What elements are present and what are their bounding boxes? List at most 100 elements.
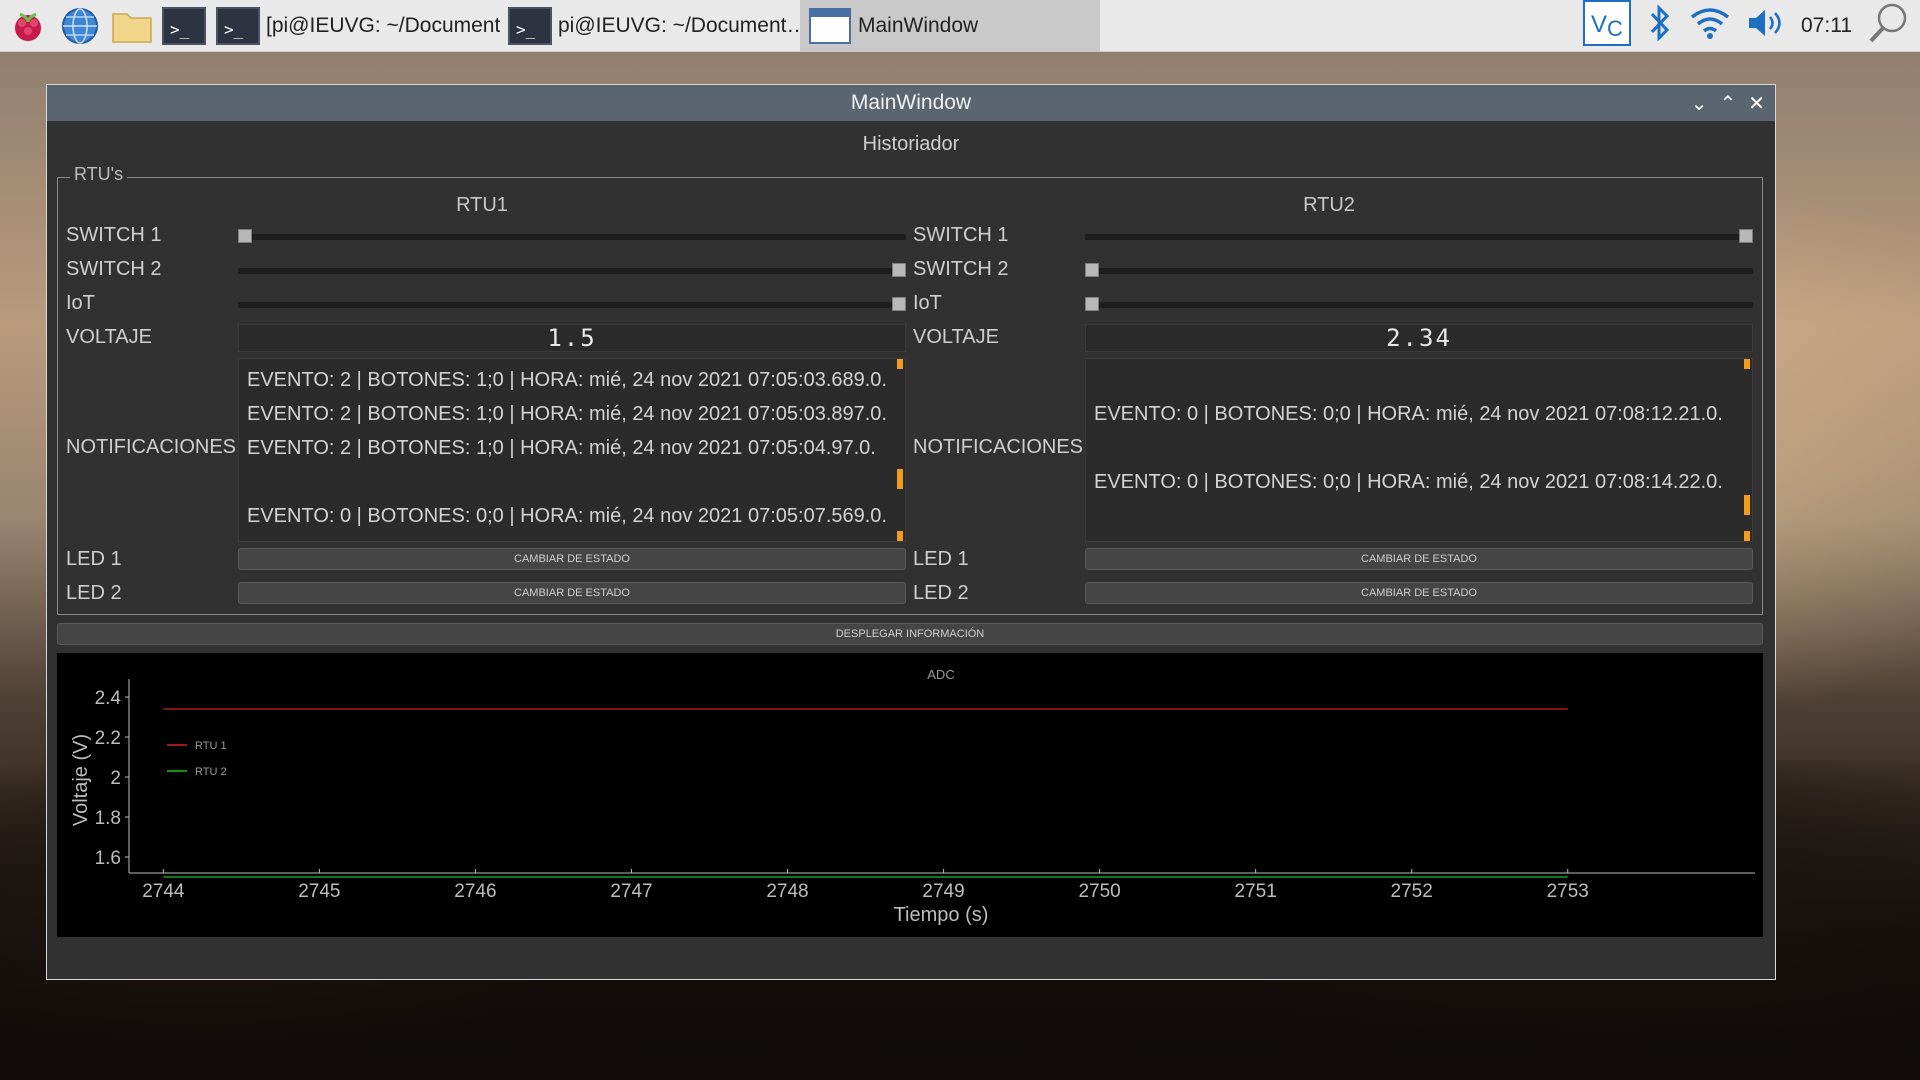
window-titlebar[interactable]: MainWindow ⌄ ⌃ ✕ <box>47 85 1775 121</box>
scrollbar[interactable] <box>897 359 903 541</box>
notification-item: EVENTO: 2 | BOTONES: 1;0 | HORA: mié, 24… <box>247 437 876 459</box>
clock: 07:11 <box>1801 13 1852 37</box>
led1-label: LED 1 <box>913 548 969 570</box>
main-window: MainWindow ⌄ ⌃ ✕ Historiador RTU's RTU1 … <box>46 84 1776 980</box>
scroll-up-arrow[interactable] <box>897 359 903 369</box>
terminal-launcher-icon[interactable]: >_ <box>160 2 208 50</box>
deploy-info-button[interactable]: DESPLEGAR INFORMACIÓN <box>57 623 1763 645</box>
window-title: MainWindow <box>850 91 972 114</box>
slider-track <box>1085 302 1753 308</box>
rtu1-title: RTU1 <box>456 194 508 216</box>
slider-handle[interactable] <box>1085 263 1099 277</box>
notificaciones-label: NOTIFICACIONES <box>66 436 237 458</box>
led2-label: LED 2 <box>66 582 122 604</box>
rtu1-switch2-slider[interactable] <box>238 258 906 282</box>
rtu2-iot-slider[interactable] <box>1085 292 1753 316</box>
rtu2-led1-toggle-button[interactable]: CAMBIAR DE ESTADO <box>1085 548 1753 570</box>
voltaje-label: VOLTAJE <box>66 326 152 348</box>
x-tick-label: 2750 <box>1078 881 1120 902</box>
file-manager-folder-icon[interactable] <box>108 2 156 50</box>
scrollbar[interactable] <box>1744 359 1750 541</box>
maximize-icon[interactable]: ⌃ <box>1719 91 1736 116</box>
y-axis-label: Voltaje (V) <box>70 734 92 826</box>
search-icon[interactable] <box>1866 0 1912 51</box>
x-tick-label: 2745 <box>298 881 340 902</box>
slider-handle[interactable] <box>238 229 252 243</box>
slider-track <box>238 234 906 240</box>
rtu2-notifications-list[interactable]: EVENTO: 0 | BOTONES: 0;0 | HORA: mié, 24… <box>1085 358 1753 542</box>
slider-handle[interactable] <box>892 263 906 277</box>
y-tick-label: 1.6 <box>95 848 121 869</box>
slider-handle[interactable] <box>892 297 906 311</box>
wifi-icon[interactable] <box>1689 5 1731 46</box>
switch2-label: SWITCH 2 <box>913 258 1009 280</box>
rtu2-switch1-slider[interactable] <box>1085 224 1753 248</box>
rtus-group: RTU's RTU1 SWITCH 1 SWITCH 2 IoT VOLTAJE… <box>57 164 1763 616</box>
scroll-down-arrow[interactable] <box>1744 531 1750 541</box>
minimize-icon[interactable]: ⌄ <box>1691 91 1708 116</box>
slider-track <box>1085 234 1753 240</box>
scroll-thumb[interactable] <box>1744 495 1750 515</box>
taskbar-task-mainwindow[interactable]: MainWindow <box>800 0 1100 52</box>
scroll-up-arrow[interactable] <box>1744 359 1750 369</box>
svg-text:C: C <box>1607 16 1623 41</box>
voltaje-label: VOLTAJE <box>913 326 999 348</box>
rtu1-led1-toggle-button[interactable]: CAMBIAR DE ESTADO <box>238 548 906 570</box>
led1-label: LED 1 <box>66 548 122 570</box>
iot-label: IoT <box>913 292 942 314</box>
rtu2-led2-toggle-button[interactable]: CAMBIAR DE ESTADO <box>1085 582 1753 604</box>
x-tick-label: 2744 <box>142 881 185 902</box>
x-tick-label: 2751 <box>1235 881 1277 902</box>
y-tick-label: 1.8 <box>95 808 121 829</box>
x-tick-label: 2746 <box>454 881 496 902</box>
close-icon[interactable]: ✕ <box>1748 91 1765 116</box>
rtu2-switch2-slider[interactable] <box>1085 258 1753 282</box>
y-tick-label: 2.2 <box>95 728 121 749</box>
svg-text:V: V <box>1591 11 1607 38</box>
notification-item: EVENTO: 0 | BOTONES: 0;0 | HORA: mié, 24… <box>1094 403 1723 425</box>
volume-icon[interactable] <box>1745 5 1787 46</box>
rtu1-voltage-display: 1.5 <box>238 324 906 352</box>
adc-chart: ADC 1.6 1.8 2 2.2 2.4 2744 2745 2746 2747 2748 2749… <box>57 653 1763 937</box>
notification-item: EVENTO: 2 | BOTONES: 1;0 | HORA: mié, 24… <box>247 369 887 391</box>
rtu1-iot-slider[interactable] <box>238 292 906 316</box>
taskbar: >_ >_ [pi@IEUVG: ~/Document… >_ pi@IEUVG… <box>0 0 1920 52</box>
rtu1-notifications-list[interactable]: EVENTO: 2 | BOTONES: 1;0 | HORA: mié, 24… <box>238 358 906 542</box>
window-icon <box>809 7 851 44</box>
switch1-label: SWITCH 1 <box>913 224 1009 246</box>
rtu1-led2-toggle-button[interactable]: CAMBIAR DE ESTADO <box>238 582 906 604</box>
raspberry-menu-icon[interactable] <box>4 2 52 50</box>
x-tick-label: 2753 <box>1547 881 1589 902</box>
notification-item: EVENTO: 0 | BOTONES: 0;0 | HORA: mié, 24… <box>1094 471 1723 493</box>
browser-globe-icon[interactable] <box>56 2 104 50</box>
scroll-down-arrow[interactable] <box>897 531 903 541</box>
slider-track <box>238 302 906 308</box>
slider-handle[interactable] <box>1085 297 1099 311</box>
rtu1-switch1-slider[interactable] <box>238 224 906 248</box>
task-label: pi@IEUVG: ~/Document… <box>558 13 800 37</box>
notificaciones-label: NOTIFICACIONES <box>913 436 1084 458</box>
bluetooth-icon[interactable] <box>1645 3 1675 48</box>
switch1-label: SWITCH 1 <box>66 224 162 246</box>
legend-label-rtu1: RTU 1 <box>195 740 227 752</box>
slider-handle[interactable] <box>1739 229 1753 243</box>
y-tick-label: 2 <box>110 768 121 789</box>
x-tick-label: 2747 <box>610 881 652 902</box>
rtu2-title: RTU2 <box>1303 194 1355 216</box>
x-tick-label: 2752 <box>1391 881 1433 902</box>
task-label: MainWindow <box>858 13 979 37</box>
notification-item: EVENTO: 2 | BOTONES: 1;0 | HORA: mié, 24… <box>247 403 887 425</box>
slider-track <box>238 268 906 274</box>
notification-item: EVENTO: 0 | BOTONES: 0;0 | HORA: mié, 24… <box>247 505 887 527</box>
terminal-icon: >_ <box>216 6 260 45</box>
vnc-icon[interactable]: VC <box>1583 0 1631 51</box>
scroll-thumb[interactable] <box>897 469 903 489</box>
taskbar-task-terminal-2[interactable]: >_ pi@IEUVG: ~/Document… <box>500 0 800 52</box>
legend-label-rtu2: RTU 2 <box>195 766 227 778</box>
task-label: [pi@IEUVG: ~/Document… <box>266 13 500 37</box>
y-tick-label: 2.4 <box>95 688 122 709</box>
switch2-label: SWITCH 2 <box>66 258 162 280</box>
x-tick-label: 2748 <box>766 881 808 902</box>
rtu1-panel: RTU1 SWITCH 1 SWITCH 2 IoT VOLTAJE 1.5 N… <box>58 178 906 616</box>
taskbar-task-terminal-1[interactable]: >_ [pi@IEUVG: ~/Document… <box>208 0 500 52</box>
